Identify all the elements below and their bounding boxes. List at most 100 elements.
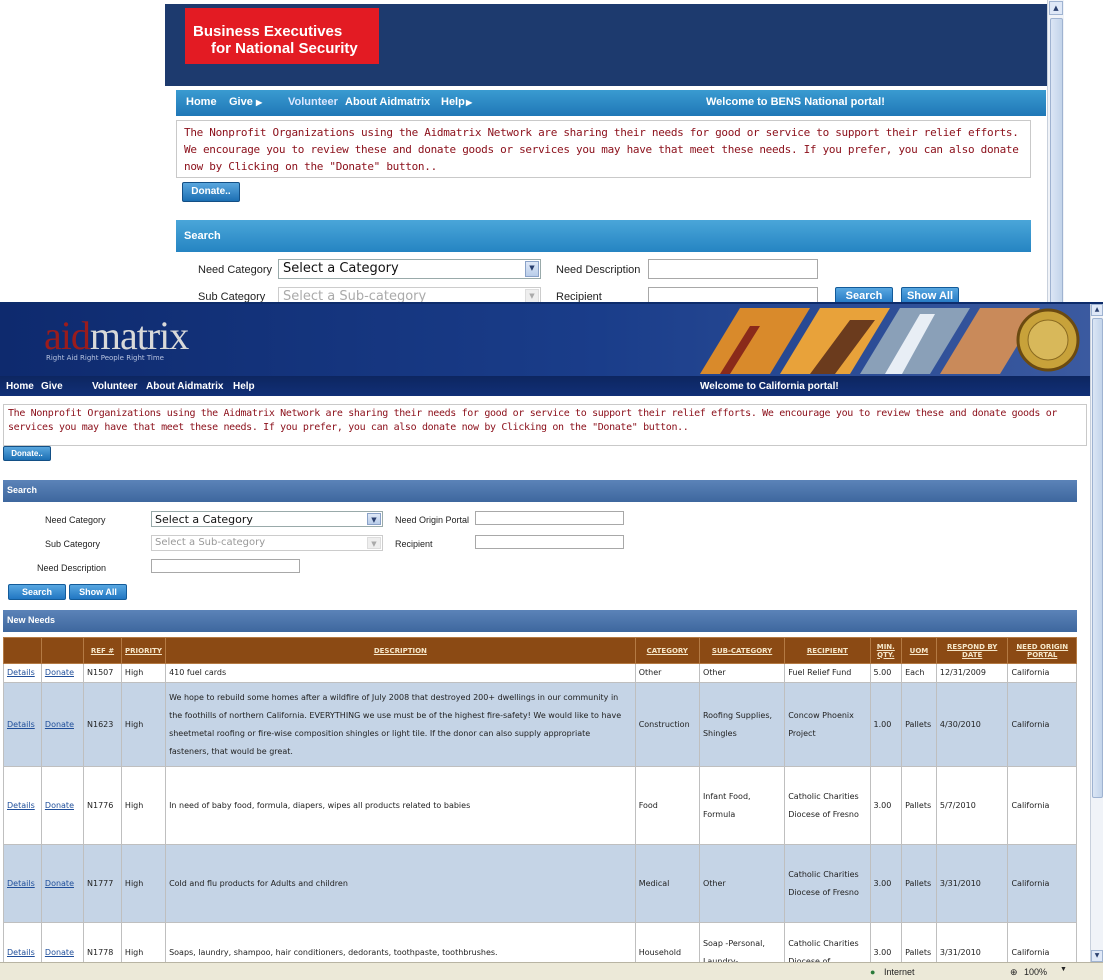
donate-link[interactable]: Donate bbox=[45, 948, 74, 957]
chevron-down-icon[interactable]: ▼ bbox=[1060, 966, 1067, 973]
ca-donate-button[interactable]: Donate.. bbox=[3, 446, 51, 461]
details-link[interactable]: Details bbox=[7, 948, 35, 957]
uom-cell: Each bbox=[901, 663, 937, 683]
ca-new-needs-header: New Needs bbox=[3, 610, 1077, 632]
ca-need-category-label: Need Category bbox=[45, 515, 106, 525]
category-cell: Construction bbox=[634, 682, 700, 767]
bens-nav-help-arrow-icon: ▶ bbox=[466, 98, 473, 107]
col-respond-date[interactable]: Respond By Date bbox=[935, 637, 1009, 664]
col-origin-portal[interactable]: Need Origin Portal bbox=[1007, 637, 1077, 664]
qty-cell: 3.00 bbox=[869, 766, 903, 845]
qty-cell: 5.00 bbox=[869, 663, 903, 683]
col-ref[interactable]: Ref # bbox=[83, 637, 122, 664]
bens-nav-give[interactable]: Give bbox=[229, 96, 253, 108]
details-link[interactable]: Details bbox=[7, 720, 35, 729]
table-row: Details Donate N1777 High Cold and flu p… bbox=[3, 844, 1077, 923]
scroll-up-icon[interactable]: ▲ bbox=[1091, 304, 1103, 316]
bens-need-description-input[interactable] bbox=[648, 259, 818, 279]
bens-nav-help[interactable]: Help bbox=[441, 96, 465, 108]
ref-cell: N1623 bbox=[83, 682, 122, 767]
col-min-qty[interactable]: Min. Qty. bbox=[869, 637, 903, 664]
description-cell: In need of baby food, formula, diapers, … bbox=[165, 766, 636, 845]
details-link[interactable]: Details bbox=[7, 879, 35, 888]
details-link[interactable]: Details bbox=[7, 668, 35, 677]
table-row: Details Donate N1776 High In need of bab… bbox=[3, 766, 1077, 845]
chevron-down-icon[interactable]: ▼ bbox=[367, 513, 381, 525]
recipient-cell: Concow Phoenix Project bbox=[784, 682, 871, 767]
ca-sub-category-select[interactable]: Select a Sub-category ▼ bbox=[151, 535, 383, 551]
bens-nav-volunteer[interactable]: Volunteer bbox=[288, 96, 338, 108]
header-photos-image bbox=[700, 308, 1080, 374]
portal-cell: California bbox=[1007, 766, 1077, 845]
california-window: aidmatrix Right Aid Right People Right T… bbox=[0, 302, 1103, 980]
ca-need-category-select[interactable]: Select a Category ▼ bbox=[151, 511, 383, 527]
date-cell: 4/30/2010 bbox=[935, 682, 1009, 767]
col-subcategory[interactable]: Sub-Category bbox=[698, 637, 786, 664]
col-recipient[interactable]: Recipient bbox=[784, 637, 871, 664]
portal-cell: California bbox=[1007, 682, 1077, 767]
col-uom[interactable]: UOM bbox=[901, 637, 937, 664]
ca-nav-give[interactable]: Give bbox=[41, 381, 63, 392]
donate-link[interactable]: Donate bbox=[45, 879, 74, 888]
priority-cell: High bbox=[120, 844, 167, 923]
bens-intro-text: The Nonprofit Organizations using the Ai… bbox=[176, 120, 1031, 178]
bens-need-category-value: Select a Category bbox=[283, 261, 399, 276]
donate-link[interactable]: Donate bbox=[45, 668, 74, 677]
ca-need-category-value: Select a Category bbox=[155, 513, 253, 526]
ca-search-header: Search bbox=[3, 480, 1077, 502]
scroll-down-icon[interactable]: ▼ bbox=[1091, 950, 1103, 962]
logo-matrix: matrix bbox=[89, 313, 189, 358]
bens-scroll-thumb[interactable] bbox=[1050, 18, 1063, 338]
ca-scroll-thumb[interactable] bbox=[1092, 318, 1103, 798]
ca-welcome-text: Welcome to California portal! bbox=[700, 381, 839, 392]
bens-need-category-select[interactable]: Select a Category ▼ bbox=[278, 259, 541, 279]
ca-show-all-button[interactable]: Show All bbox=[69, 584, 127, 600]
portal-cell: California bbox=[1007, 663, 1077, 683]
category-cell: Medical bbox=[634, 844, 700, 923]
ca-recipient-input[interactable] bbox=[475, 535, 624, 549]
aidmatrix-logo[interactable]: aidmatrix bbox=[44, 312, 189, 359]
subcategory-cell: Roofing Supplies, Shingles bbox=[698, 682, 786, 767]
bens-search-header: Search bbox=[176, 220, 1031, 252]
col-description[interactable]: Description bbox=[165, 637, 636, 664]
ca-header: aidmatrix Right Aid Right People Right T… bbox=[0, 304, 1090, 376]
bens-logo-line1: Business Executives bbox=[193, 23, 343, 40]
donate-link[interactable]: Donate bbox=[45, 720, 74, 729]
bens-need-category-label: Need Category bbox=[198, 264, 272, 276]
ca-nav-bar: Home Give Volunteer About Aidmatrix Help… bbox=[0, 376, 1090, 396]
ca-search-button[interactable]: Search bbox=[8, 584, 66, 600]
col-priority[interactable]: Priority bbox=[120, 637, 167, 664]
details-link[interactable]: Details bbox=[7, 801, 35, 810]
description-cell: 410 fuel cards bbox=[165, 663, 636, 683]
recipient-cell: Catholic Charities Diocese of Fresno bbox=[784, 766, 871, 845]
ca-sub-category-value: Select a Sub-category bbox=[155, 537, 266, 548]
bens-nav-bar: Home Give ▶ Volunteer About Aidmatrix He… bbox=[176, 90, 1046, 116]
bens-logo[interactable]: Business Executives for National Securit… bbox=[185, 8, 379, 64]
ca-need-origin-label: Need Origin Portal bbox=[395, 515, 470, 525]
ca-nav-about[interactable]: About Aidmatrix bbox=[146, 381, 223, 392]
chevron-down-icon[interactable]: ▼ bbox=[525, 261, 539, 277]
ca-nav-home[interactable]: Home bbox=[6, 381, 34, 392]
zoom-level[interactable]: 100% bbox=[1024, 967, 1047, 977]
bens-donate-button[interactable]: Donate.. bbox=[182, 182, 240, 202]
ca-need-description-input[interactable] bbox=[151, 559, 300, 573]
donate-link[interactable]: Donate bbox=[45, 801, 74, 810]
zoom-icon[interactable]: ⊕ bbox=[1010, 967, 1018, 978]
col-donate bbox=[40, 637, 85, 664]
bens-nav-about[interactable]: About Aidmatrix bbox=[345, 96, 430, 108]
scroll-up-icon[interactable]: ▲ bbox=[1049, 1, 1063, 15]
bens-welcome-text: Welcome to BENS National portal! bbox=[706, 96, 885, 108]
logo-tagline: Right Aid Right People Right Time bbox=[46, 354, 164, 362]
ca-scrollbar[interactable]: ▲ ▼ bbox=[1090, 304, 1103, 962]
col-category[interactable]: Category bbox=[634, 637, 700, 664]
bens-nav-home[interactable]: Home bbox=[186, 96, 217, 108]
ca-nav-volunteer[interactable]: Volunteer bbox=[92, 381, 137, 392]
ca-recipient-label: Recipient bbox=[395, 539, 433, 549]
ca-nav-help[interactable]: Help bbox=[233, 381, 255, 392]
bens-scrollbar[interactable]: ▲ bbox=[1047, 0, 1064, 338]
ca-need-origin-input[interactable] bbox=[475, 511, 624, 525]
description-cell: We hope to rebuild some homes after a wi… bbox=[165, 682, 636, 767]
subcategory-cell: Other bbox=[698, 844, 786, 923]
table-row: Details Donate N1623 High We hope to reb… bbox=[3, 682, 1077, 767]
status-zone: Internet bbox=[884, 967, 915, 977]
